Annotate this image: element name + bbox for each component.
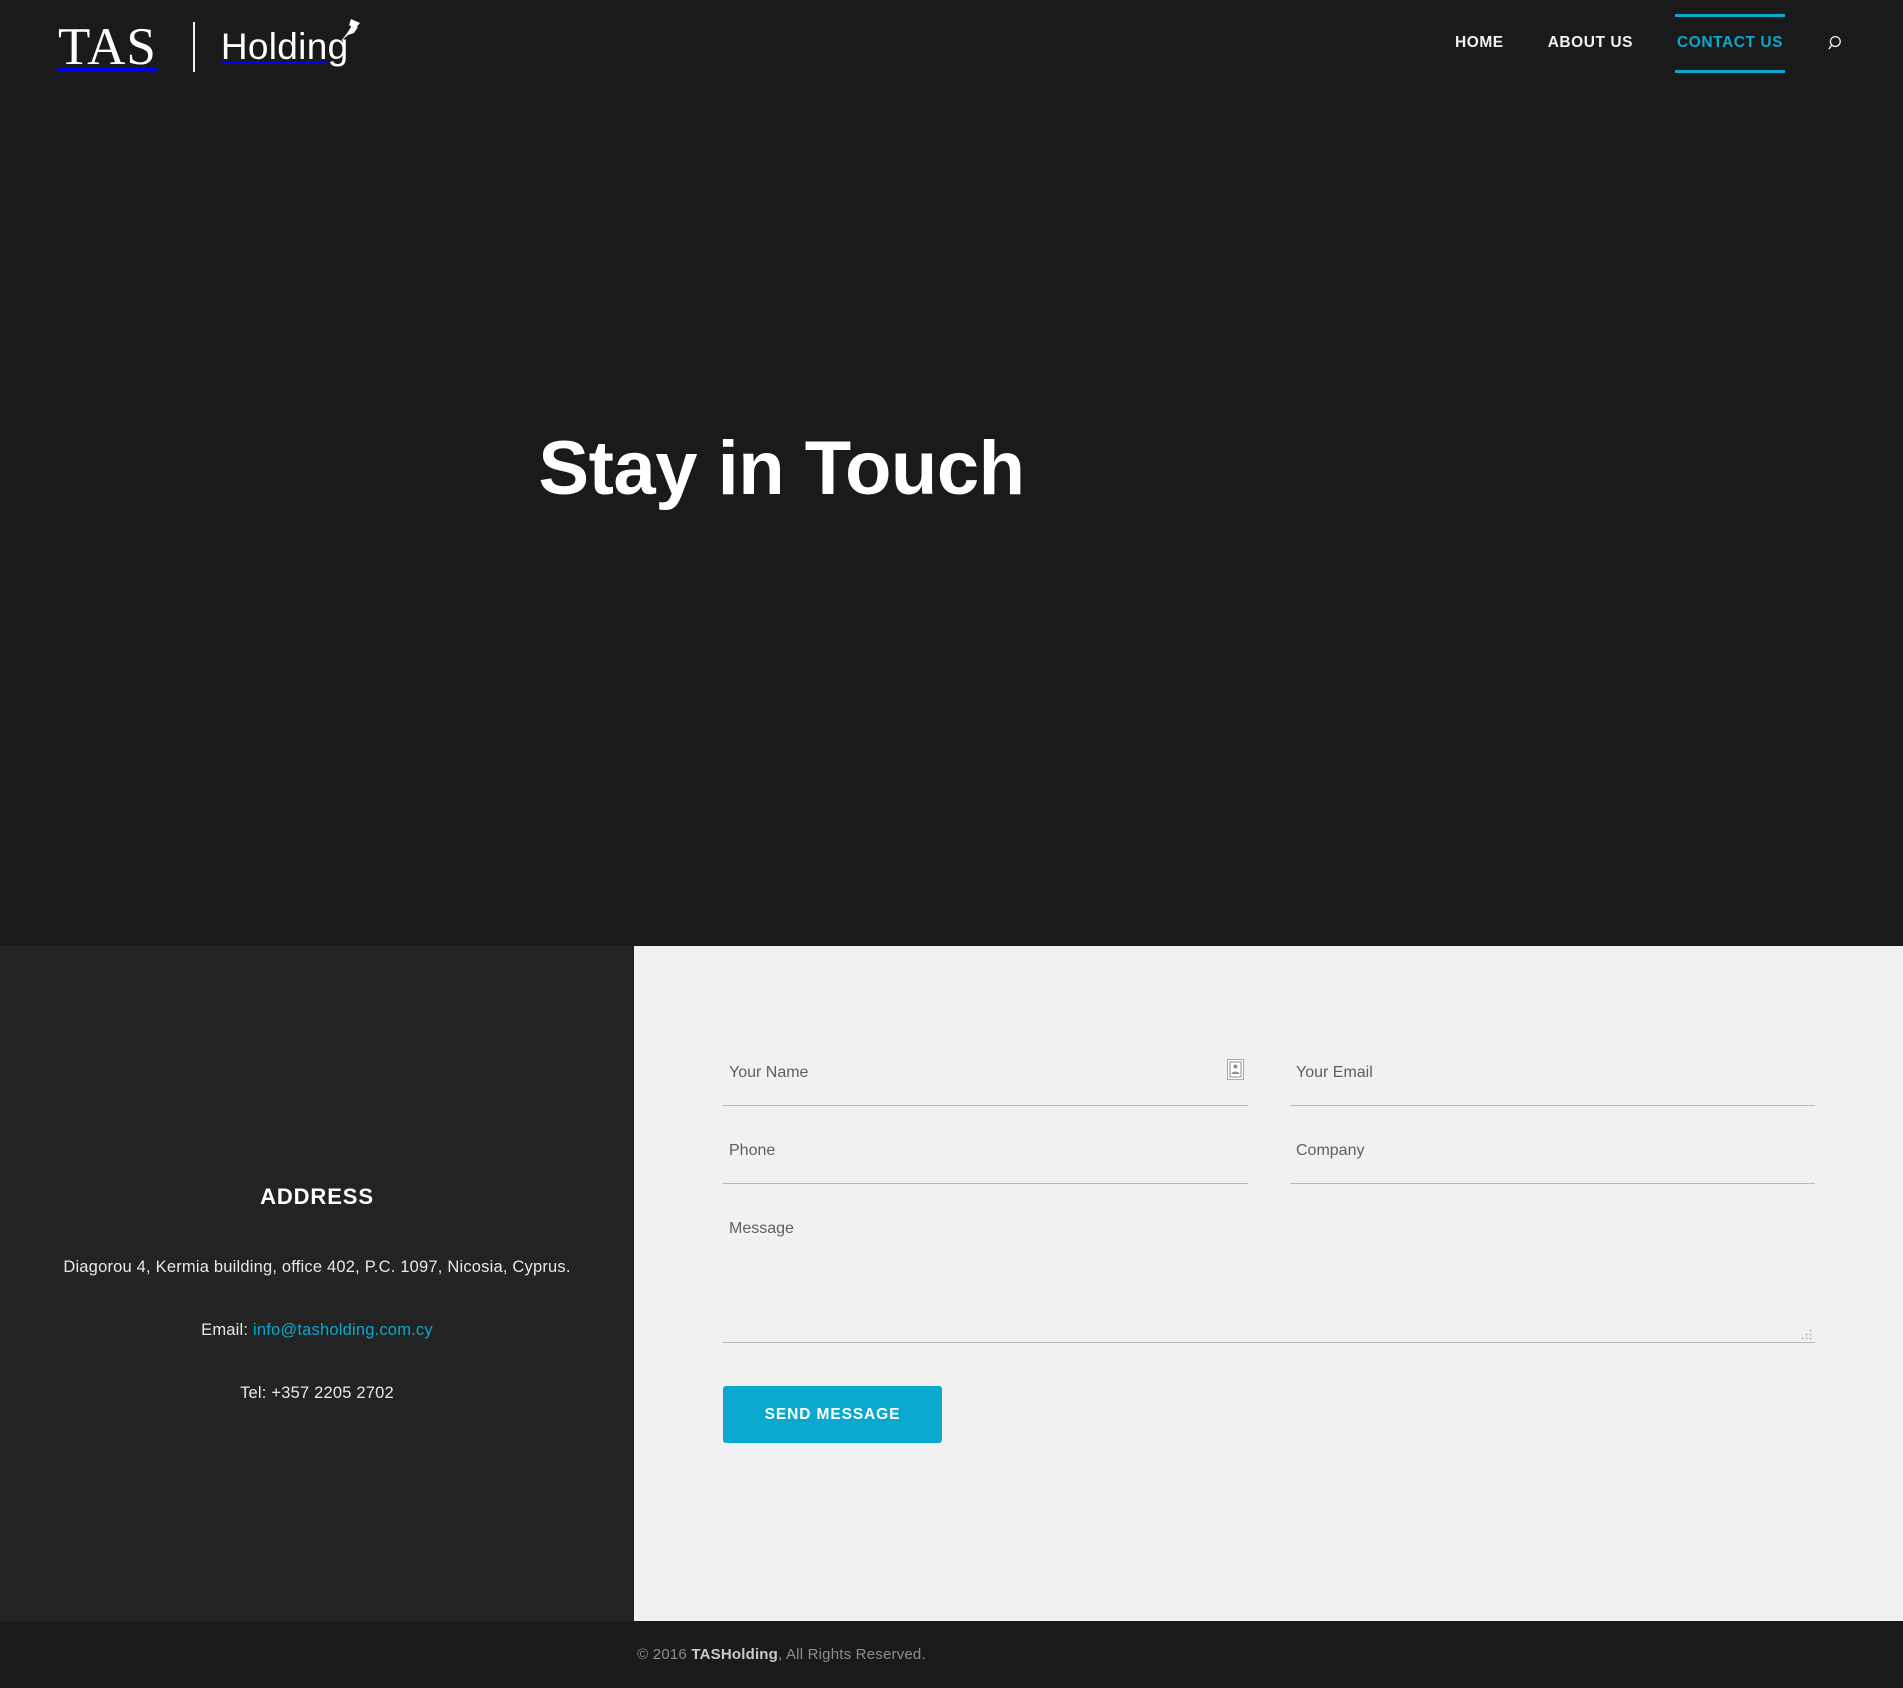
nav-item-home[interactable]: HOME: [1433, 24, 1526, 62]
address-email-row: Email: info@tasholding.com.cy: [30, 1321, 604, 1340]
site-footer: © 2016 TASHolding, All Rights Reserved.: [0, 1621, 1903, 1688]
contact-form: SEND MESSAGE: [723, 1040, 1815, 1443]
field-company: [1290, 1118, 1815, 1184]
field-message: [723, 1198, 1815, 1343]
contact-card-icon[interactable]: [1227, 1059, 1244, 1080]
site-logo[interactable]: TAS Holding: [58, 17, 361, 76]
name-input[interactable]: [723, 1040, 1248, 1106]
company-input[interactable]: [1290, 1118, 1815, 1184]
address-street: Diagorou 4, Kermia building, office 402,…: [63, 1258, 571, 1276]
phone-input[interactable]: [723, 1118, 1248, 1184]
form-row-1: [723, 1040, 1815, 1106]
footer-copyright-suffix: , All Rights Reserved.: [778, 1646, 926, 1663]
top-navigation-bar: TAS Holding HOME ABOUT US CONTACT US: [0, 0, 1903, 100]
page-title: Stay in Touch: [538, 426, 1025, 511]
address-panel: ADDRESS Diagorou 4, Kermia building, off…: [0, 946, 634, 1621]
footer-copyright: © 2016 TASHolding, All Rights Reserved.: [637, 1646, 926, 1663]
logo-divider: [192, 22, 195, 72]
logo-tas-text: TAS: [58, 17, 157, 76]
search-icon[interactable]: [1819, 26, 1853, 60]
main-menu: HOME ABOUT US CONTACT US: [1433, 14, 1853, 73]
contact-form-panel: SEND MESSAGE: [634, 946, 1903, 1621]
field-phone: [723, 1118, 1248, 1184]
nav-item-about-us[interactable]: ABOUT US: [1526, 24, 1655, 62]
address-email-link[interactable]: info@tasholding.com.cy: [253, 1321, 433, 1339]
hero-section: TAS Holding HOME ABOUT US CONTACT US Sta…: [0, 0, 1903, 946]
send-message-button[interactable]: SEND MESSAGE: [723, 1386, 942, 1443]
footer-copyright-prefix: © 2016: [637, 1646, 692, 1663]
page-root: TAS Holding HOME ABOUT US CONTACT US Sta…: [0, 0, 1903, 1688]
nav-item-contact-us[interactable]: CONTACT US: [1655, 14, 1805, 73]
footer-brand: TASHolding: [691, 1646, 779, 1663]
form-row-2: [723, 1118, 1815, 1184]
message-textarea[interactable]: [723, 1198, 1815, 1343]
address-email-label: Email:: [201, 1321, 249, 1339]
email-input[interactable]: [1290, 1040, 1815, 1106]
field-your-email: [1290, 1040, 1815, 1106]
field-your-name: [723, 1040, 1248, 1106]
logo-holding-text: Holding: [220, 26, 349, 67]
bird-swoosh-icon: [330, 14, 364, 48]
address-block: ADDRESS Diagorou 4, Kermia building, off…: [0, 1184, 634, 1403]
address-telephone: Tel: +357 2205 2702: [240, 1384, 394, 1402]
contact-section: ADDRESS Diagorou 4, Kermia building, off…: [0, 946, 1903, 1621]
address-heading: ADDRESS: [260, 1184, 374, 1209]
